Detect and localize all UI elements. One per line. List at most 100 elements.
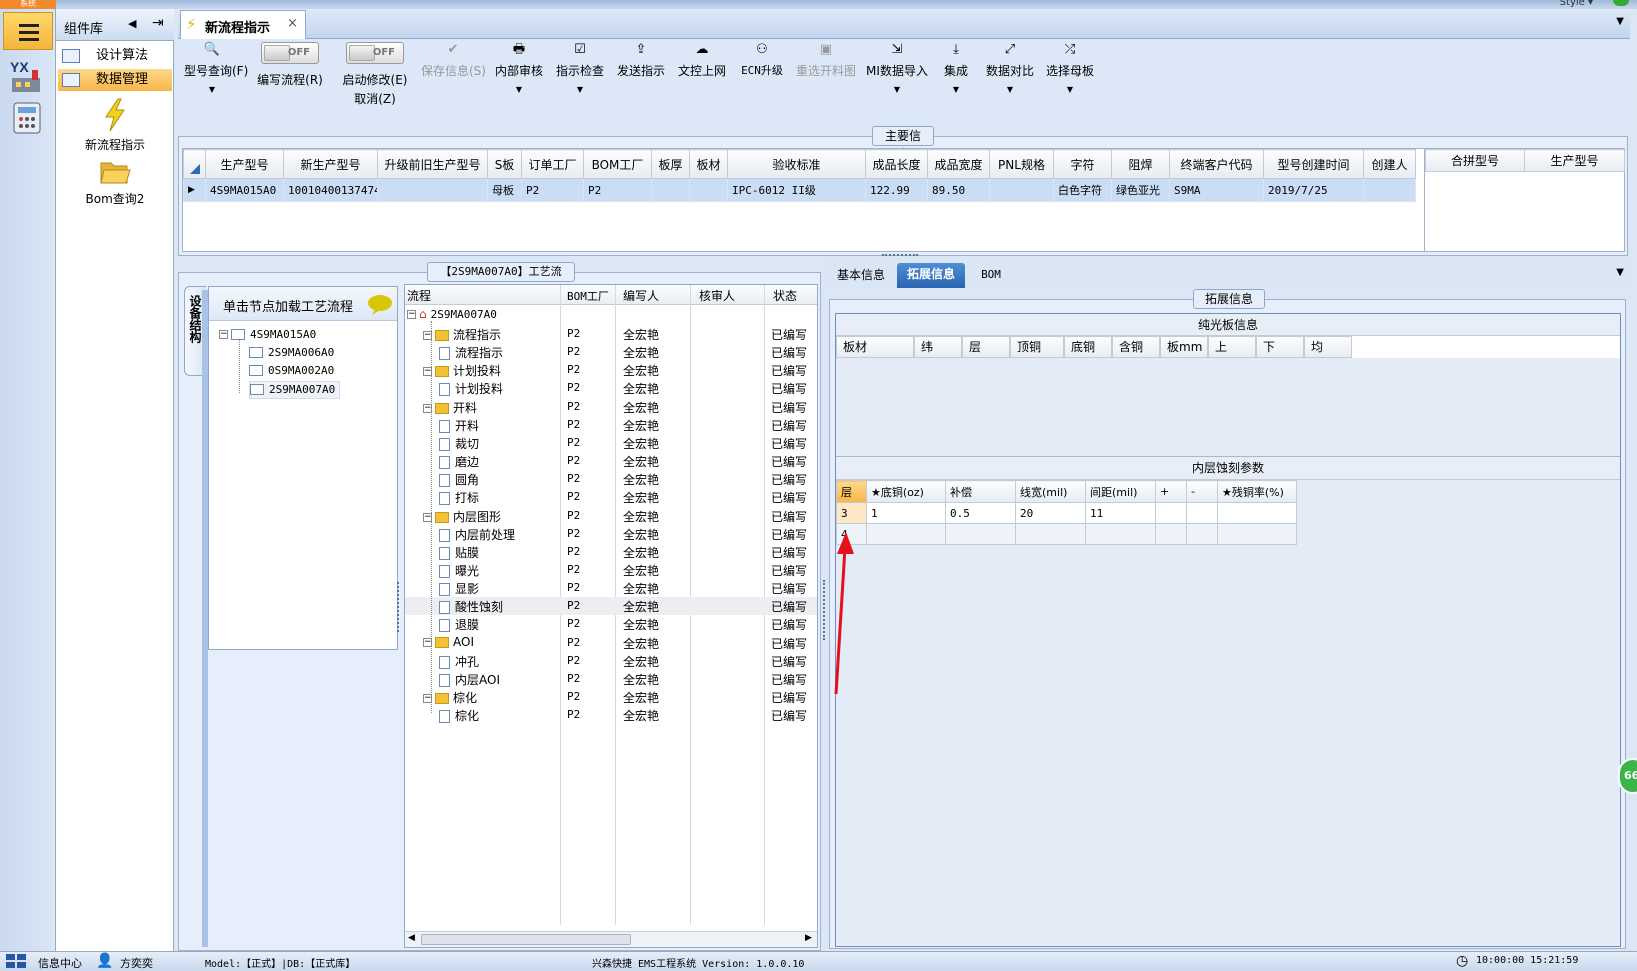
flow-row[interactable]: 打标 P2 全宏艳 已编写 bbox=[405, 488, 817, 506]
merge-model-header[interactable]: 合拼型号 bbox=[1425, 149, 1525, 172]
inner-etch-cell[interactable]: 0.5 bbox=[945, 502, 1016, 524]
speech-bubble-icon[interactable] bbox=[367, 294, 393, 316]
flow-row[interactable]: 圆角 P2 全宏艳 已编写 bbox=[405, 470, 817, 488]
chevron-down-icon[interactable]: ▼ bbox=[493, 85, 545, 94]
inner-etch-col-header[interactable]: ★残铜率(%) bbox=[1217, 480, 1297, 503]
mi-data-import-button[interactable]: ⇲ MI数据导入 ▼ bbox=[865, 42, 929, 94]
flow-row[interactable]: 内层前处理 P2 全宏艳 已编写 bbox=[405, 525, 817, 543]
doc-control-online-button[interactable]: ☁ 文控上网 bbox=[676, 42, 728, 79]
table-cell[interactable]: P2 bbox=[521, 178, 584, 202]
main-col-header[interactable]: 板厚 bbox=[651, 149, 690, 179]
main-col-header[interactable]: 型号创建时间 bbox=[1263, 149, 1364, 179]
comp-item-bom-query[interactable]: Bom查询2 bbox=[56, 157, 174, 207]
main-col-header[interactable]: 终端客户代码 bbox=[1169, 149, 1264, 179]
chevron-down-icon[interactable]: ▼ bbox=[1044, 85, 1096, 94]
inner-etch-cell[interactable] bbox=[1186, 523, 1218, 545]
table-row[interactable]: ▶ 4S9MA015A0 10010400137474 母板 P2 P2 IPC-6012 … bbox=[183, 178, 1416, 202]
table-cell[interactable] bbox=[989, 178, 1054, 202]
inner-etch-cell[interactable]: 3 bbox=[836, 502, 867, 524]
table-cell[interactable] bbox=[377, 178, 488, 202]
main-col-header[interactable]: 创建人 bbox=[1363, 149, 1416, 179]
table-cell[interactable]: 4S9MA015A0 bbox=[205, 178, 284, 202]
inner-etch-cell[interactable] bbox=[945, 523, 1016, 545]
inner-etch-cell[interactable]: 20 bbox=[1015, 502, 1086, 524]
table-cell[interactable]: 2019/7/25 bbox=[1263, 178, 1364, 202]
flow-row[interactable]: 冲孔 P2 全宏艳 已编写 bbox=[405, 652, 817, 670]
inner-etch-cell[interactable] bbox=[1085, 523, 1156, 545]
table-cell[interactable]: 122.99 bbox=[865, 178, 928, 202]
chevron-down-icon[interactable]: ▼ bbox=[554, 85, 606, 94]
calculator-icon[interactable] bbox=[8, 99, 48, 139]
flow-col-header[interactable]: 流程 bbox=[407, 287, 431, 304]
plain-board-col-header[interactable]: 板mm bbox=[1160, 336, 1208, 358]
collapse-icon[interactable]: − bbox=[407, 310, 416, 319]
main-col-header[interactable]: PNL规格 bbox=[989, 149, 1054, 179]
enable-edit-toggle[interactable]: OFF 启动修改(E) 取消(Z) bbox=[336, 42, 414, 107]
inner-etch-grid[interactable]: 层 ★底铜(oz) 补偿 线宽(mil) 间距(mil) + - ★残铜率(%) 3 1 0.5 2… bbox=[836, 480, 1297, 545]
tab-close-icon[interactable]: × bbox=[287, 16, 298, 31]
scroll-left-icon[interactable]: ◀ bbox=[408, 933, 415, 943]
instruction-check-button[interactable]: ☑ 指示检查 ▼ bbox=[554, 42, 606, 94]
flow-row[interactable]: 开料 P2 全宏艳 已编写 bbox=[405, 416, 817, 434]
inner-etch-cell[interactable]: 11 bbox=[1085, 502, 1156, 524]
model-query-button[interactable]: 🔍 型号查询(F) ▼ bbox=[184, 42, 248, 94]
plain-board-col-header[interactable]: 纬 bbox=[914, 336, 962, 358]
save-info-button[interactable]: ✔ 保存信息(S) bbox=[421, 42, 486, 79]
merge-model-grid[interactable]: 合拼型号 生产型号 bbox=[1424, 148, 1625, 252]
table-cell[interactable]: 89.50 bbox=[927, 178, 990, 202]
floating-badge[interactable]: 66 bbox=[1618, 758, 1637, 794]
main-col-header[interactable]: S板 bbox=[487, 149, 522, 179]
table-cell[interactable] bbox=[689, 178, 728, 202]
vertical-splitter[interactable] bbox=[397, 582, 400, 632]
flow-row[interactable]: 酸性蚀刻 P2 全宏艳 已编写 bbox=[405, 597, 817, 616]
main-col-header[interactable]: 阻焊 bbox=[1111, 149, 1170, 179]
flow-row[interactable]: − 流程指示 P2 全宏艳 已编写 bbox=[405, 325, 817, 343]
plain-board-col-header[interactable]: 均 bbox=[1304, 336, 1352, 358]
toggle-switch[interactable]: OFF bbox=[346, 42, 404, 64]
model-tree-root[interactable]: −4S9MA015A0 bbox=[219, 327, 316, 345]
tab-list-dropdown-icon[interactable]: ▼ bbox=[1616, 16, 1624, 27]
flow-tree-root[interactable]: − ⌂ 2S9MA007A0 bbox=[407, 307, 497, 325]
inner-etch-col-header[interactable]: ★底铜(oz) bbox=[866, 480, 946, 503]
main-col-header[interactable]: 成品长度 bbox=[865, 149, 928, 179]
main-info-grid[interactable]: 生产型号 新生产型号 升级前旧生产型号 S板 订单工厂 BOM工厂 板厚 板材 验收标准 成品长度… bbox=[182, 148, 1425, 252]
select-motherboard-button[interactable]: ⤮ 选择母板 ▼ bbox=[1044, 42, 1096, 94]
inner-etch-cell[interactable] bbox=[1217, 523, 1297, 545]
inner-etch-col-header[interactable]: 间距(mil) bbox=[1085, 480, 1156, 503]
inner-etch-cell[interactable] bbox=[1015, 523, 1086, 545]
flow-row[interactable]: 裁切 P2 全宏艳 已编写 bbox=[405, 434, 817, 452]
horizontal-splitter[interactable] bbox=[882, 254, 918, 258]
tab-basic-info[interactable]: 基本信息 bbox=[829, 264, 893, 288]
scrollbar-thumb[interactable] bbox=[421, 934, 631, 945]
yx-factory-icon[interactable]: YX bbox=[8, 56, 48, 96]
plain-board-col-header[interactable]: 底铜 bbox=[1064, 336, 1112, 358]
info-center-link[interactable]: 信息中心 bbox=[38, 955, 82, 971]
inner-etch-cell[interactable] bbox=[1217, 502, 1297, 524]
table-row[interactable]: 4 bbox=[836, 523, 1297, 545]
integrate-button[interactable]: ⤓ 集成 ▼ bbox=[936, 42, 976, 94]
flow-row[interactable]: 流程指示 P2 全宏艳 已编写 bbox=[405, 343, 817, 361]
main-col-header[interactable]: 升级前旧生产型号 bbox=[377, 149, 488, 179]
flow-row[interactable]: − AOI P2 全宏艳 已编写 bbox=[405, 634, 817, 652]
cancel-button[interactable]: 取消(Z) bbox=[336, 90, 414, 107]
chevron-down-icon[interactable]: ▼ bbox=[865, 85, 929, 94]
vertical-splitter[interactable] bbox=[823, 580, 826, 640]
collapse-left-icon[interactable]: ◀ bbox=[128, 17, 136, 30]
plain-board-col-header[interactable]: 下 bbox=[1256, 336, 1304, 358]
inner-etch-cell[interactable]: 1 bbox=[866, 502, 946, 524]
bom-factory-col-header[interactable]: BOM工厂 bbox=[567, 288, 609, 304]
comp-item-new-flow[interactable]: 新流程指示 bbox=[56, 97, 174, 153]
table-cell[interactable]: 10010400137474 bbox=[283, 178, 378, 202]
inner-etch-col-header[interactable]: + bbox=[1155, 480, 1187, 503]
flow-row[interactable]: − 内层图形 P2 全宏艳 已编写 bbox=[405, 507, 817, 525]
flow-row[interactable]: 棕化 P2 全宏艳 已编写 bbox=[405, 706, 817, 724]
table-cell[interactable] bbox=[651, 178, 690, 202]
internal-review-button[interactable]: 🖶 内部审核 ▼ bbox=[493, 42, 545, 94]
inner-etch-col-header[interactable]: - bbox=[1186, 480, 1218, 503]
flow-row[interactable]: 显影 P2 全宏艳 已编写 bbox=[405, 579, 817, 597]
model-tree[interactable]: −4S9MA015A0 2S9MA006A0 0S9MA002A0 2S9MA007A… bbox=[219, 327, 389, 417]
inner-etch-cell[interactable] bbox=[1186, 502, 1218, 524]
flow-row[interactable]: 计划投料 P2 全宏艳 已编写 bbox=[405, 379, 817, 397]
model-tree-node[interactable]: 2S9MA007A0 bbox=[249, 381, 341, 399]
flow-row[interactable]: − 计划投料 P2 全宏艳 已编写 bbox=[405, 361, 817, 379]
